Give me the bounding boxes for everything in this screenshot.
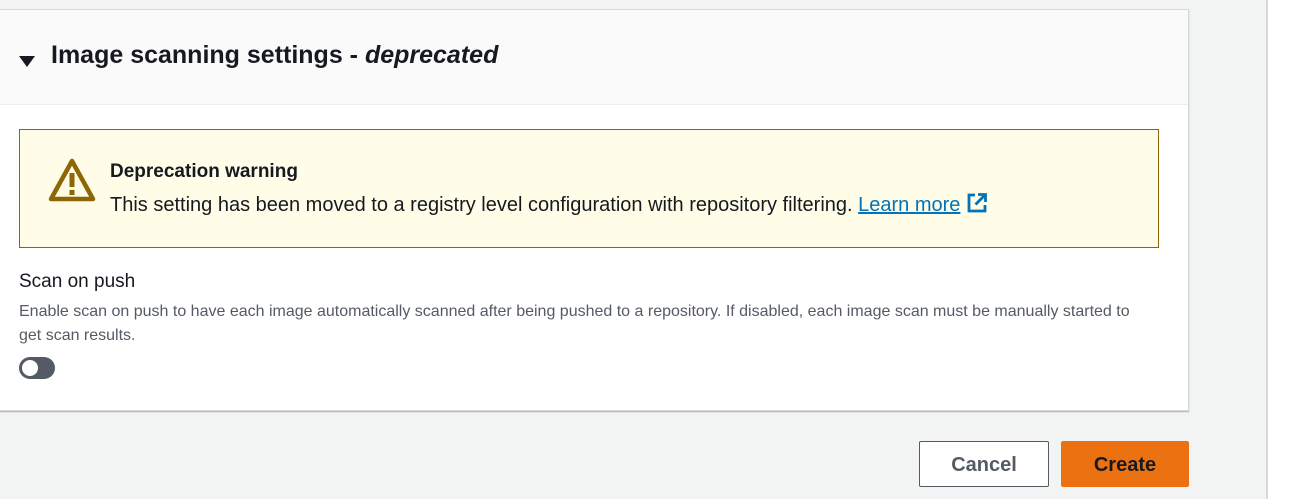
cancel-button[interactable]: Cancel — [919, 441, 1049, 487]
section-title-deprecated: deprecated — [364, 41, 499, 69]
scan-on-push-toggle[interactable] — [19, 357, 55, 379]
warning-title: Deprecation warning — [110, 161, 298, 182]
warning-text: This setting has been moved to a registr… — [110, 194, 859, 216]
create-button[interactable]: Create — [1061, 441, 1189, 487]
image-scanning-settings-panel: Image scanning settings - deprecated Dep… — [0, 9, 1189, 411]
section-title-main: Image scanning settings - — [51, 41, 365, 69]
section-title[interactable]: Image scanning settings - deprecated — [51, 38, 498, 72]
scan-on-push-description: Enable scan on push to have each image a… — [19, 303, 1130, 344]
caret-down-icon[interactable] — [19, 56, 35, 67]
panel-header[interactable]: Image scanning settings - deprecated — [0, 10, 1188, 105]
deprecation-warning-alert: Deprecation warning This setting has bee… — [19, 129, 1159, 248]
learn-more-link[interactable]: Learn more — [858, 194, 960, 216]
right-rail — [1266, 0, 1296, 499]
top-strip — [0, 0, 1268, 9]
warning-message: This setting has been moved to a registr… — [110, 192, 988, 218]
external-link-icon[interactable] — [966, 192, 988, 214]
scan-on-push-label: Scan on push — [19, 271, 136, 292]
warning-triangle-icon — [48, 158, 96, 202]
toggle-knob — [22, 360, 38, 376]
